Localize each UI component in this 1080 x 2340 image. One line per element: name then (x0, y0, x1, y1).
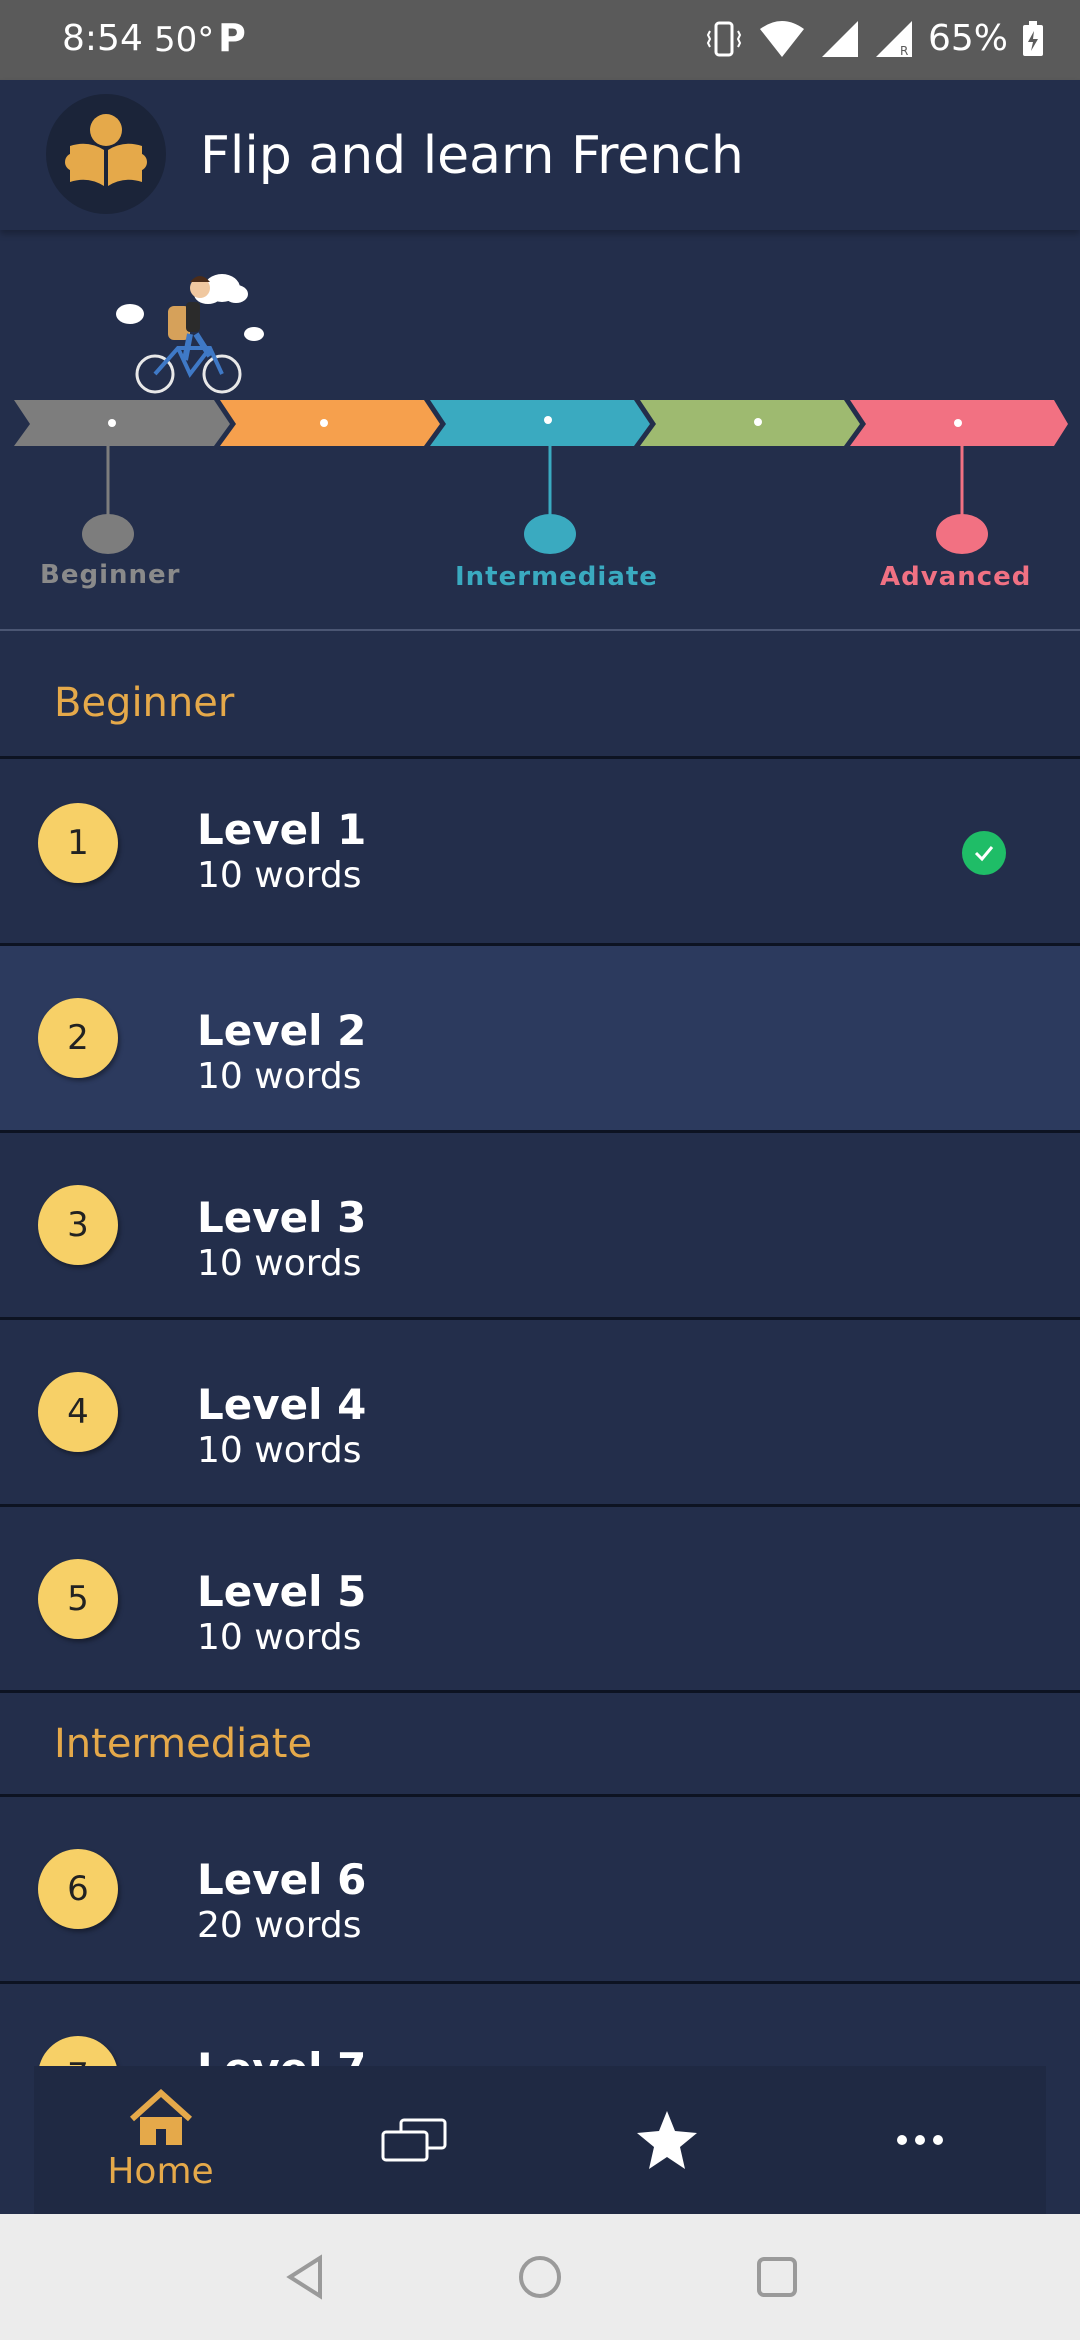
level-number-badge: 1 (38, 803, 118, 883)
battery-icon (1023, 20, 1043, 56)
section-header-beginner: Beginner (0, 660, 1080, 756)
level-number-badge: 5 (38, 1559, 118, 1639)
level-word-count: 10 words (197, 1430, 362, 1471)
level-number-badge: 4 (38, 1372, 118, 1452)
level-title: Level 6 (197, 1855, 367, 1904)
level-row-5[interactable]: 5 Level 5 10 words (0, 1504, 1080, 1691)
star-icon (636, 2111, 697, 2169)
progress-label-advanced: Advanced (880, 562, 1032, 592)
level-word-count: 10 words (197, 1243, 362, 1284)
section-header-intermediate: Intermediate (0, 1690, 1080, 1797)
section-title: Beginner (54, 680, 235, 726)
level-row-4[interactable]: 4 Level 4 10 words (0, 1317, 1080, 1504)
home-icon (129, 2088, 192, 2145)
nav-home-label: Home (107, 2150, 214, 2192)
vibrate-icon (706, 21, 742, 56)
level-progress-graphic: Beginner Intermediate Advanced (0, 230, 1080, 630)
status-bar: 8:54 50° P R 65% (0, 0, 1080, 80)
level-word-count: 10 words (197, 1617, 362, 1658)
level-number-badge: 2 (38, 998, 118, 1078)
book-reader-icon (65, 114, 147, 186)
level-word-count: 10 words (197, 855, 362, 896)
status-temperature: 50° (154, 20, 215, 60)
home-circle-icon[interactable] (515, 2252, 565, 2302)
completed-check-icon (962, 831, 1006, 875)
level-title: Level 1 (197, 805, 367, 854)
app-bar: Flip and learn French (0, 80, 1080, 230)
level-title: Level 4 (197, 1380, 367, 1429)
level-title: Level 2 (197, 1006, 367, 1055)
nav-more[interactable] (793, 2066, 1046, 2214)
progress-label-intermediate: Intermediate (455, 562, 658, 592)
level-row-2[interactable]: 2 Level 2 10 words (0, 943, 1080, 1130)
level-row-1[interactable]: 1 Level 1 10 words (0, 756, 1080, 943)
progress-label-beginner: Beginner (40, 560, 181, 590)
system-navigation-bar (0, 2214, 1080, 2340)
status-time: 8:54 (62, 18, 143, 59)
nav-flashcards[interactable] (287, 2066, 540, 2214)
parking-icon: P (218, 16, 246, 60)
divider (0, 629, 1080, 631)
recents-icon[interactable] (752, 2252, 802, 2302)
level-title: Level 3 (197, 1193, 367, 1242)
svg-text:R: R (900, 44, 908, 58)
bottom-navigation: Home (34, 2066, 1046, 2214)
back-icon[interactable] (280, 2252, 330, 2302)
level-title: Level 5 (197, 1567, 367, 1616)
app-logo (46, 94, 166, 214)
level-row-6[interactable]: 6 Level 6 20 words (0, 1794, 1080, 1981)
level-word-count: 20 words (197, 1905, 362, 1946)
signal-icon (821, 20, 858, 57)
wifi-icon (759, 20, 804, 57)
level-number-badge: 3 (38, 1185, 118, 1265)
more-dots-icon (896, 2135, 943, 2145)
battery-percent: 65% (927, 18, 1008, 59)
nav-home[interactable]: Home (34, 2066, 287, 2214)
level-row-3[interactable]: 3 Level 3 10 words (0, 1130, 1080, 1317)
level-row-7[interactable]: 7 Level 7 (0, 1981, 1080, 2069)
nav-favorites[interactable] (540, 2066, 793, 2214)
app-title: Flip and learn French (200, 126, 744, 186)
signal-roaming-icon: R (875, 20, 912, 58)
section-title: Intermediate (54, 1721, 313, 1767)
level-word-count: 10 words (197, 1056, 362, 1097)
level-number-badge: 6 (38, 1849, 118, 1929)
level-number-badge: 7 (38, 2036, 118, 2069)
cards-icon (381, 2118, 446, 2162)
